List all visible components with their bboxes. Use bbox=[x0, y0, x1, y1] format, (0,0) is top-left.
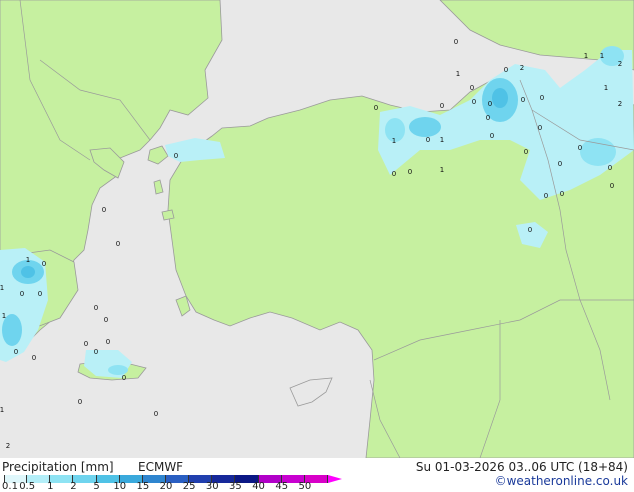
scale-tick-label: 50 bbox=[298, 481, 312, 492]
precip-value: 0 bbox=[578, 144, 582, 152]
precip-value: 0 bbox=[104, 316, 108, 324]
scale-tick-label: 15 bbox=[136, 481, 150, 492]
map-canvas: 01 0 20 0 0 00001 0 10100000001 12120000000001 00… bbox=[0, 0, 634, 458]
precip-core-2 bbox=[409, 117, 441, 137]
precip-value: 0 bbox=[374, 104, 378, 112]
map-footer: Precipitation [mm] ECMWF Su 01-03-2026 0… bbox=[0, 458, 634, 492]
precip-value: 0 bbox=[540, 94, 544, 102]
precip-value: 1 bbox=[600, 52, 604, 60]
scale-tick-label: 40 bbox=[252, 481, 265, 492]
precip-value: 0 bbox=[94, 304, 98, 312]
precip-core-6 bbox=[580, 138, 616, 166]
precip-value: 0 bbox=[84, 340, 88, 348]
precip-value: 0 bbox=[504, 66, 508, 74]
scale-tick-label: 0.5 bbox=[19, 481, 36, 492]
scale-tick-label: 0.1 bbox=[2, 481, 18, 492]
precip-value: 0 bbox=[560, 190, 564, 198]
precip-value: 0 bbox=[14, 348, 18, 356]
samos bbox=[161, 209, 175, 221]
precip-value: 0 bbox=[538, 124, 542, 132]
precip-value: 0 bbox=[392, 170, 396, 178]
scale-ticks: 0.1 0.5 1 2 5 10 15 20 25 30 35 40 45 50 bbox=[0, 482, 340, 492]
scale-tick-label: 25 bbox=[182, 481, 196, 492]
precip-value: 1 bbox=[604, 84, 608, 92]
precip-value: 0 bbox=[470, 84, 474, 92]
precip-value: 0 bbox=[488, 100, 492, 108]
precip-value: 0 bbox=[440, 102, 444, 110]
precip-value: 2 bbox=[618, 100, 622, 108]
precip-value: 0 bbox=[78, 398, 82, 406]
precip-value: 0 bbox=[20, 290, 24, 298]
precip-value: 0 bbox=[521, 96, 525, 104]
scale-tick-label: 35 bbox=[229, 481, 242, 492]
precip-value: 1 bbox=[0, 406, 4, 414]
model-name: ECMWF bbox=[138, 460, 184, 474]
precip-value: 1 bbox=[440, 136, 444, 144]
precip-value: 0 bbox=[42, 260, 46, 268]
precip-value: 0 bbox=[32, 354, 36, 362]
precip-value: 0 bbox=[610, 182, 614, 190]
precip-value: 0 bbox=[154, 410, 158, 418]
scale-tick-label: 10 bbox=[113, 481, 127, 492]
precip-value: 2 bbox=[6, 442, 10, 450]
precip-value: 0 bbox=[94, 348, 98, 356]
precip-value: 0 bbox=[608, 164, 612, 172]
precip-value: 0 bbox=[558, 160, 562, 168]
precip-value: 1 bbox=[392, 137, 396, 145]
precip-value: 0 bbox=[174, 152, 178, 160]
scale-tick-label: 20 bbox=[159, 481, 173, 492]
precip-value: 0 bbox=[426, 136, 430, 144]
precip-value: 2 bbox=[618, 60, 622, 68]
map-title: Precipitation [mm] bbox=[2, 460, 114, 474]
scale-tick-label: 2 bbox=[70, 481, 77, 492]
scale-tick-label: 1 bbox=[47, 481, 54, 492]
scale-tick-label: 5 bbox=[93, 481, 100, 492]
precip-value: 0 bbox=[490, 132, 494, 140]
precip-value: 2 bbox=[520, 64, 524, 72]
precip-value: 0 bbox=[116, 240, 120, 248]
precip-value: 1 bbox=[26, 256, 30, 264]
scale-tick-label: 30 bbox=[205, 481, 219, 492]
credit-link[interactable]: ©weatheronline.co.uk bbox=[495, 474, 628, 488]
precip-value: 1 bbox=[0, 284, 4, 292]
precip-core-9 bbox=[492, 88, 508, 108]
precip-value: 0 bbox=[408, 168, 412, 176]
precip-core-10 bbox=[21, 266, 35, 278]
valid-time: Su 01-03-2026 03..06 UTC (18+84) bbox=[415, 460, 628, 474]
precip-value: 0 bbox=[122, 374, 126, 382]
precip-value: 0 bbox=[454, 38, 458, 46]
precip-value: 1 bbox=[584, 52, 588, 60]
precip-value: 0 bbox=[486, 114, 490, 122]
precip-value: 0 bbox=[524, 148, 528, 156]
precip-value: 0 bbox=[472, 98, 476, 106]
precip-value: 0 bbox=[528, 226, 532, 234]
precip-value: 1 bbox=[456, 70, 460, 78]
precip-value: 0 bbox=[544, 192, 548, 200]
precip-value: 0 bbox=[106, 338, 110, 346]
scale-tick-label: 45 bbox=[275, 481, 289, 492]
precip-value: 0 bbox=[38, 290, 42, 298]
precipitation-map: 0102000000010101000000011212000000000100… bbox=[0, 0, 634, 458]
precip-value: 1 bbox=[440, 166, 444, 174]
precip-value: 1 bbox=[2, 312, 6, 320]
precip-value: 0 bbox=[102, 206, 106, 214]
